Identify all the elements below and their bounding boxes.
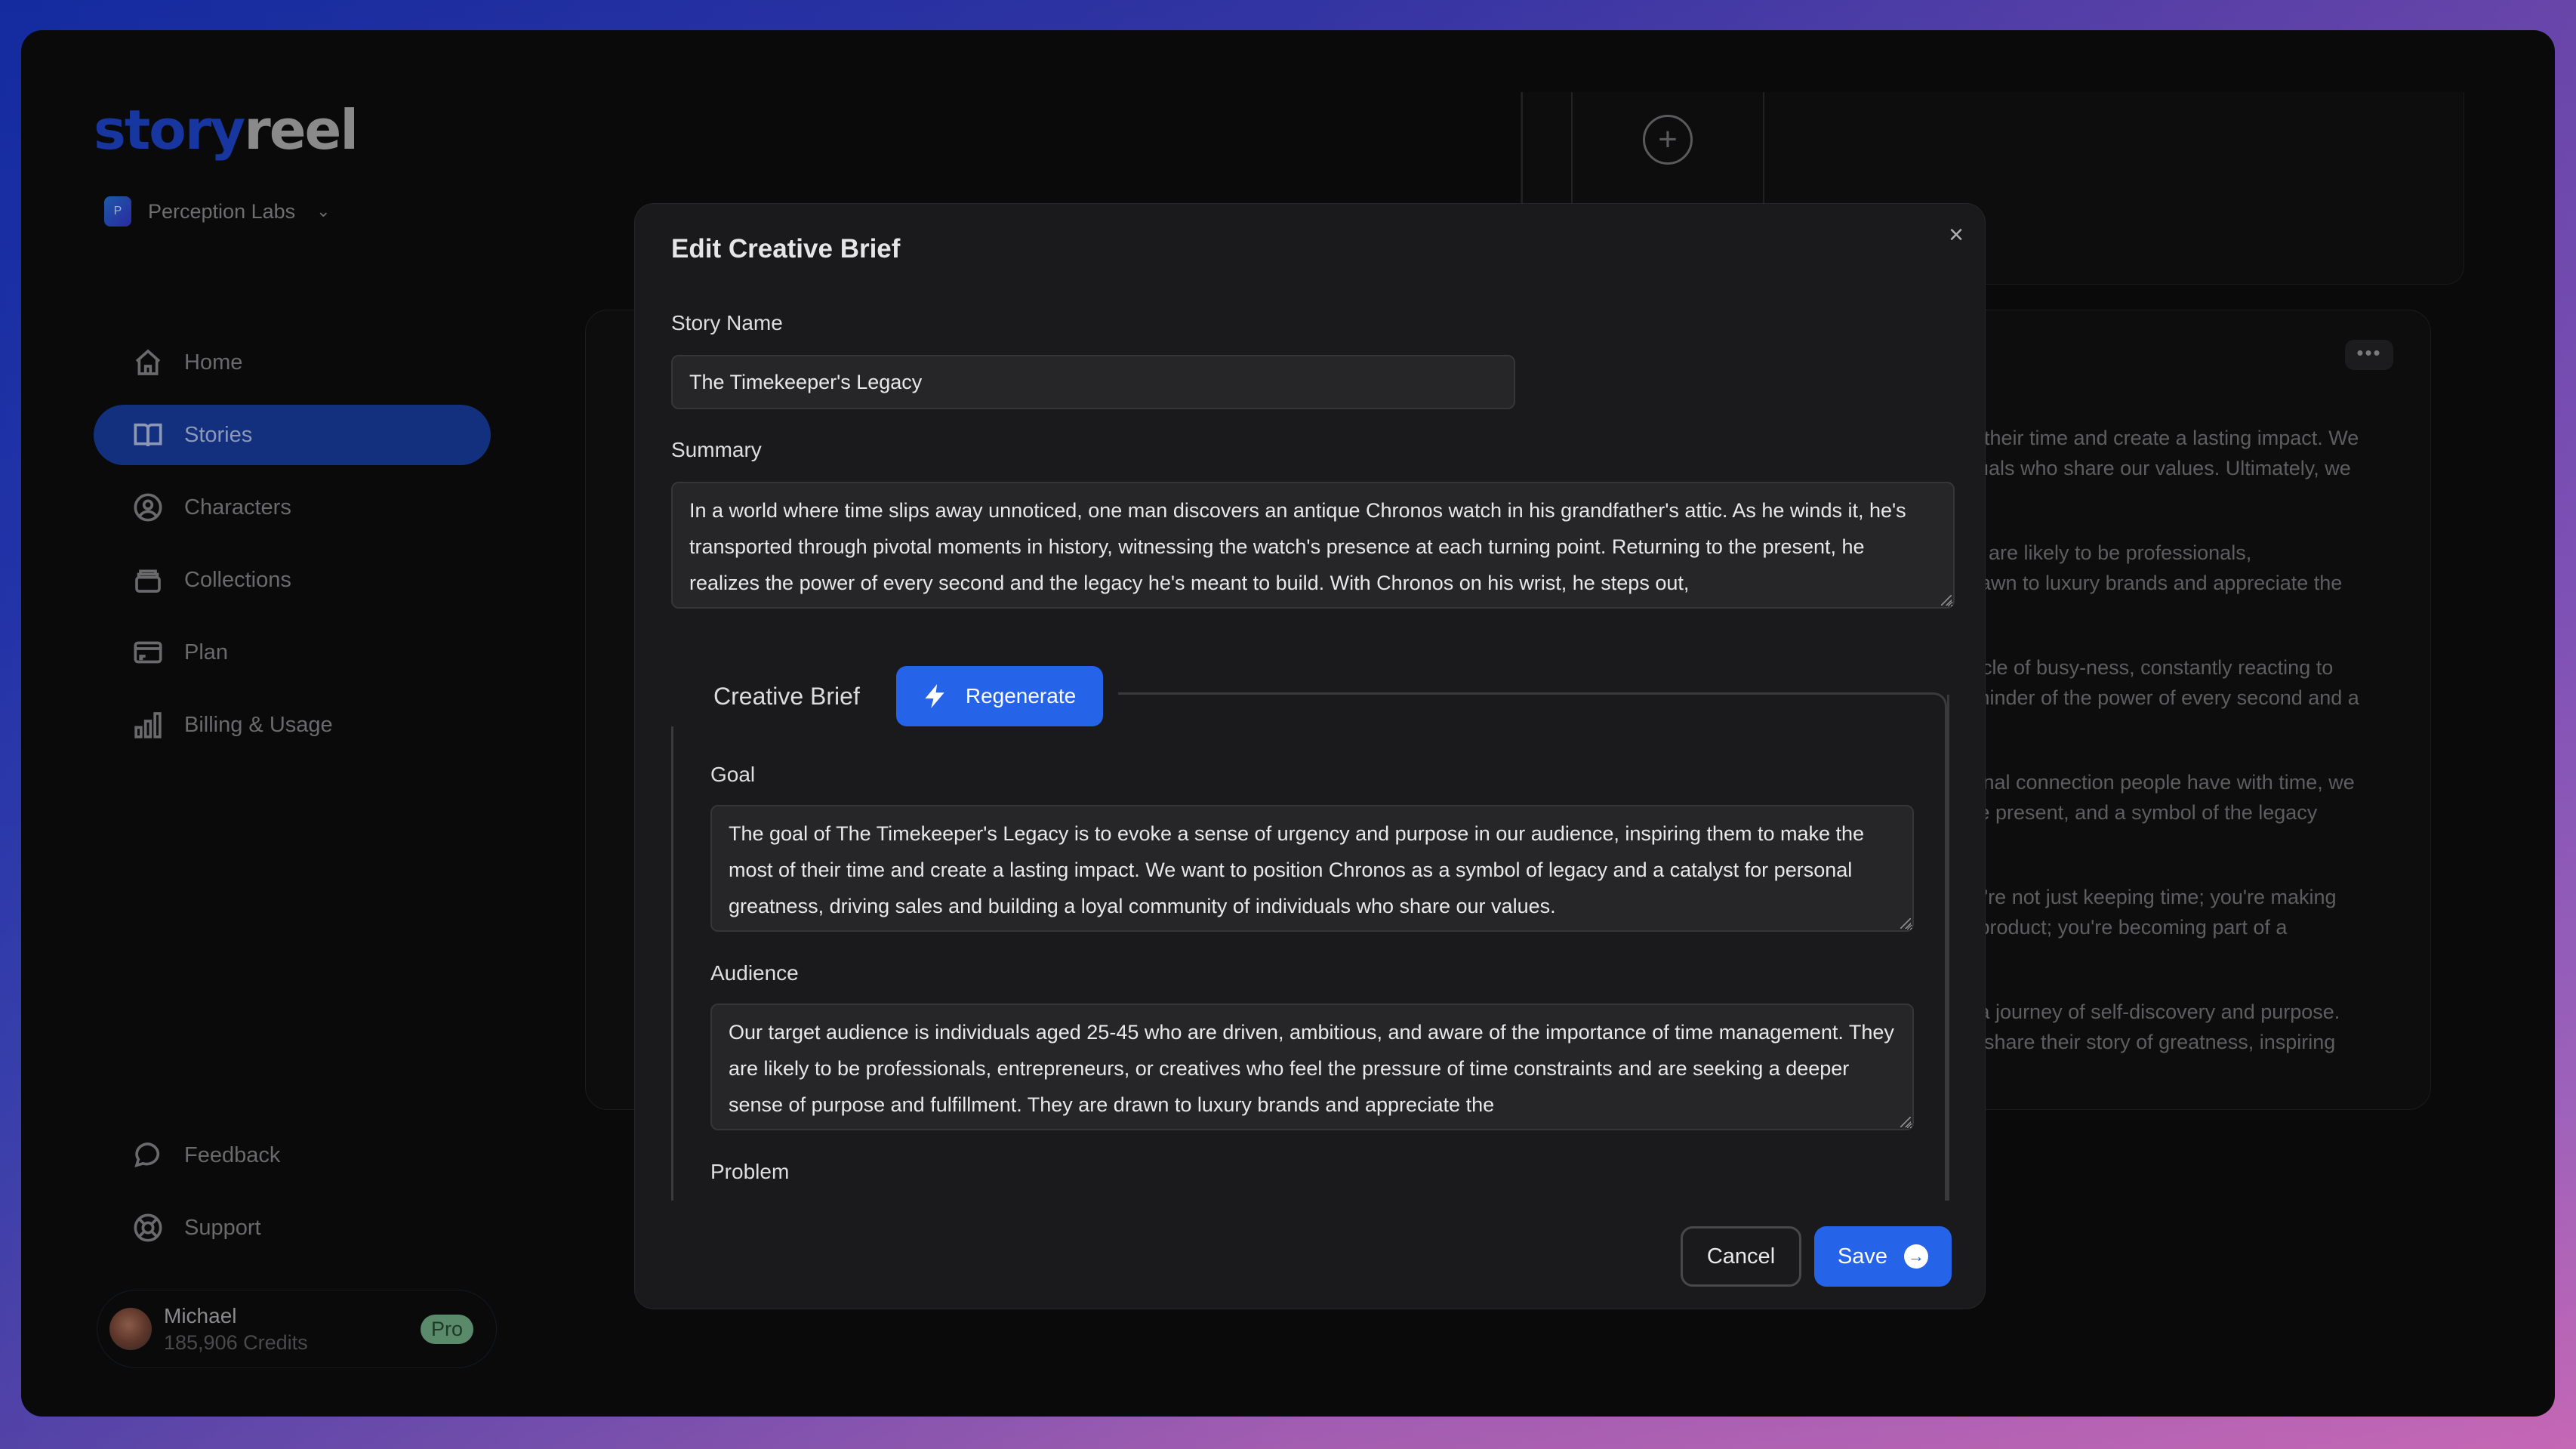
sidebar-item-label: Plan <box>184 640 229 664</box>
creative-brief-legend: Creative Brief Regenerate <box>671 666 1119 726</box>
story-name-input[interactable] <box>671 355 1515 409</box>
audience-label: Audience <box>710 961 799 985</box>
cancel-button[interactable]: Cancel <box>1681 1226 1801 1287</box>
background-text-line: drawn to luxury brands and appreciate th… <box>1961 572 2343 594</box>
user-account-card[interactable]: Michael 185,906 Credits Pro <box>97 1290 497 1368</box>
scrollbar-track[interactable] <box>1947 695 1949 1201</box>
problem-label: Problem <box>710 1160 790 1183</box>
sidebar-item-label: Feedback <box>184 1142 281 1167</box>
resize-handle[interactable] <box>1900 1117 1911 1127</box>
sidebar-item-label: Support <box>184 1215 261 1240</box>
more-options-button[interactable]: ••• <box>2345 340 2393 370</box>
goal-label: Goal <box>710 763 756 786</box>
goal-textarea[interactable]: The goal of The Timekeeper's Legacy is t… <box>710 805 1914 932</box>
workspace-switcher[interactable]: P Perception Labs ⌄ <box>104 196 331 227</box>
sidebar-item-plan[interactable]: Plan <box>94 622 491 683</box>
background-text-line: ou're not just keeping time; you're maki… <box>1961 886 2337 908</box>
background-text-line: a product; you're becoming part of a <box>1961 916 2288 939</box>
summary-text: In a world where time slips away unnotic… <box>689 499 1906 594</box>
audience-textarea[interactable]: Our target audience is individuals aged … <box>710 1004 1914 1130</box>
sidebar: storyreel P Perception Labs ⌄ Home Stori… <box>21 30 550 1417</box>
sidebar-item-label: Billing & Usage <box>184 712 333 737</box>
user-name: Michael <box>164 1303 237 1327</box>
sidebar-item-feedback[interactable]: Feedback <box>94 1125 491 1185</box>
background-text-line: tional connection people have with time,… <box>1961 771 2355 794</box>
credit-card-icon <box>134 641 162 664</box>
sidebar-item-label: Collections <box>184 567 291 592</box>
sidebar-item-characters[interactable]: Characters <box>94 477 491 538</box>
audience-text: Our target audience is individuals aged … <box>729 1021 1894 1116</box>
user-circle-icon <box>134 493 162 522</box>
storyreel-logo[interactable]: storyreel <box>94 98 359 162</box>
creative-brief-title: Creative Brief <box>713 682 860 710</box>
background-text-line: ey are likely to be professionals, <box>1961 541 2252 564</box>
background-text-line: n a journey of self-discovery and purpos… <box>1961 1000 2340 1023</box>
background-text-line: iduals who share our values. Ultimately,… <box>1961 457 2351 479</box>
resize-handle[interactable] <box>1900 918 1911 929</box>
background-text-line: to share their story of greatness, inspi… <box>1961 1031 2336 1053</box>
cancel-label: Cancel <box>1706 1244 1776 1269</box>
home-icon <box>135 349 161 375</box>
background-text-line: the present, and a symbol of the legacy <box>1961 801 2318 824</box>
sidebar-item-label: Stories <box>184 422 253 447</box>
workspace-name: Perception Labs <box>148 199 296 223</box>
logo-reel: reel <box>244 98 359 162</box>
user-credits: 185,906 Credits <box>164 1330 308 1354</box>
scroll-clip <box>665 1201 1956 1223</box>
sidebar-item-stories[interactable]: Stories <box>94 405 491 465</box>
background-text-line: of their time and create a lasting impac… <box>1961 427 2359 449</box>
save-button[interactable]: Save → <box>1814 1226 1952 1287</box>
sidebar-item-collections[interactable]: Collections <box>94 550 491 610</box>
goal-text: The goal of The Timekeeper's Legacy is t… <box>729 822 1865 917</box>
resize-handle[interactable] <box>1941 595 1952 606</box>
lightning-bolt-icon <box>925 684 944 708</box>
plan-badge: Pro <box>420 1315 473 1344</box>
save-label: Save <box>1837 1244 1888 1269</box>
avatar <box>109 1308 152 1350</box>
sidebar-item-label: Home <box>184 350 243 375</box>
secondary-nav: Feedback Support <box>94 1125 491 1270</box>
sidebar-item-billing-usage[interactable]: Billing & Usage <box>94 695 491 755</box>
logo-story: story <box>94 98 245 162</box>
sidebar-item-label: Characters <box>184 495 291 519</box>
workspace-badge: P <box>104 196 131 227</box>
arrow-right-circle-icon: → <box>1904 1244 1929 1269</box>
background-text-line: cycle of busy-ness, constantly reacting … <box>1961 656 2334 679</box>
modal-title: Edit Creative Brief <box>671 234 901 264</box>
sidebar-item-support[interactable]: Support <box>94 1198 491 1258</box>
close-icon[interactable]: × <box>1949 220 1964 250</box>
edit-creative-brief-modal: Edit Creative Brief × Story Name Summary… <box>634 203 1986 1309</box>
app-window: storyreel P Perception Labs ⌄ Home Stori… <box>21 30 2555 1417</box>
add-circle-icon[interactable]: + <box>1643 115 1693 165</box>
summary-textarea[interactable]: In a world where time slips away unnotic… <box>671 482 1955 609</box>
main-nav: Home Stories Characters Collections Plan… <box>94 332 491 767</box>
chat-bubble-icon <box>134 1142 160 1168</box>
regenerate-label: Regenerate <box>965 684 1077 708</box>
book-open-icon <box>134 423 162 447</box>
summary-label: Summary <box>671 438 762 461</box>
lifebuoy-icon <box>134 1213 162 1242</box>
story-name-label: Story Name <box>671 311 783 335</box>
bar-chart-icon <box>134 712 162 738</box>
sidebar-item-home[interactable]: Home <box>94 332 491 393</box>
chevron-down-icon: ⌄ <box>316 202 331 220</box>
creative-brief-section <box>671 692 1947 1221</box>
background-text-line: eminder of the power of every second and… <box>1961 686 2359 709</box>
regenerate-button[interactable]: Regenerate <box>895 666 1104 726</box>
stack-icon <box>135 569 161 593</box>
